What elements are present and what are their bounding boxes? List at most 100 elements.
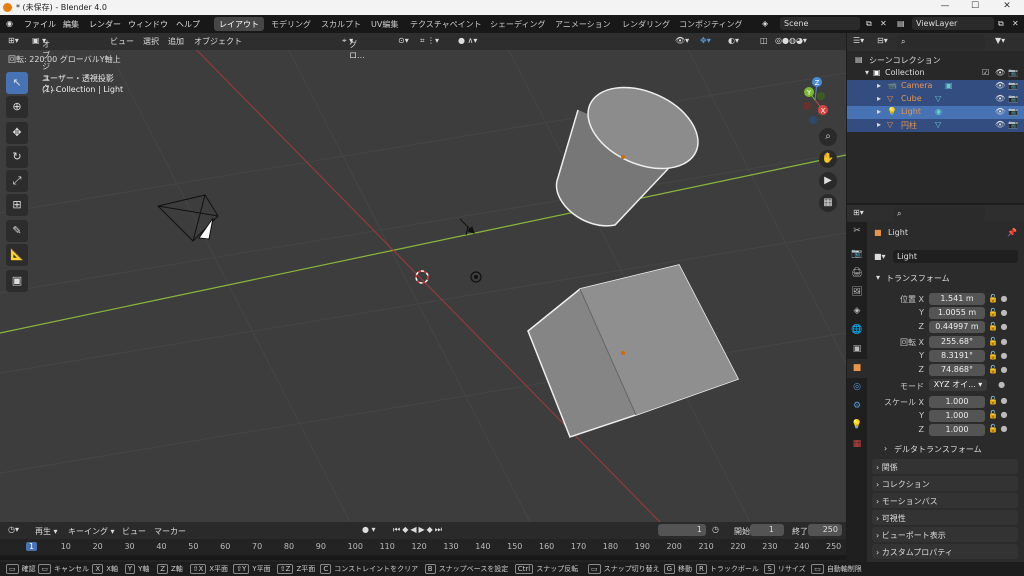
expand-arrow-icon[interactable]: ▸ <box>877 107 881 116</box>
lock-icon[interactable]: 🔓 ● <box>988 306 1018 320</box>
rotation-z-field[interactable]: 74.868° <box>929 364 985 376</box>
expand-arrow-icon[interactable]: ▾ <box>865 68 869 77</box>
playback-menu[interactable]: 再生 ▾ <box>35 526 58 537</box>
outliner-collection-row[interactable]: ▾ ▣ Collection ☑ 👁 📷 <box>847 67 1024 80</box>
cube-object[interactable] <box>527 264 740 438</box>
scale-x-field[interactable]: 1.000 <box>929 396 985 408</box>
transform-tool-icon[interactable]: ⊞ <box>6 194 28 216</box>
lock-icon[interactable]: 🔓 ● <box>988 349 1018 363</box>
lock-icon[interactable]: 🔓 ● <box>988 422 1018 436</box>
3d-viewport[interactable]: X Z Y ⌕ ✋ ▶ ▦ 回転: 220.00 グローバルY軸上 ユーザー・透… <box>0 33 846 522</box>
lock-icon[interactable]: 🔓 ● <box>988 408 1018 422</box>
zoom-icon[interactable]: ⌕ <box>819 128 837 146</box>
menu-add[interactable]: 追加 <box>168 36 184 47</box>
pan-hand-icon[interactable]: ✋ <box>819 150 837 168</box>
outliner-editor-icon[interactable]: ☰▾ <box>853 36 864 45</box>
physics-tab-icon[interactable]: ◎ <box>847 378 867 397</box>
lock-icon[interactable]: 🔓 ● <box>988 335 1018 349</box>
outliner-search-input[interactable]: ⌕ <box>897 35 985 49</box>
properties-editor-icon[interactable]: ⊞▾ <box>853 208 864 217</box>
render-camera-icon[interactable]: 📷 <box>1008 120 1018 129</box>
shading-modes-icon[interactable]: ◎●◍◕▾ <box>775 36 807 45</box>
tab-sculpt[interactable]: スカルプト <box>316 17 366 31</box>
relations-section[interactable]: › 関係 <box>872 459 1018 474</box>
orthographic-grid-icon[interactable]: ▦ <box>819 194 837 212</box>
menu-select[interactable]: 選択 <box>143 36 159 47</box>
collection-checkbox-icon[interactable]: ☑ <box>982 68 989 77</box>
lock-icon[interactable]: 🔓 ● <box>988 363 1018 377</box>
light-data-tab-icon[interactable]: 💡 <box>847 416 867 435</box>
scale-z-field[interactable]: 1.000 <box>929 424 985 436</box>
camera-view-icon[interactable]: ▶ <box>819 172 837 190</box>
gizmo-toggle-icon[interactable]: ✥▾ <box>700 36 711 45</box>
location-x-field[interactable]: 1.541 m <box>929 293 985 305</box>
visibility-icon[interactable]: 👁▾ <box>675 36 689 45</box>
view-layer-selector[interactable]: ViewLayer <box>912 17 994 30</box>
outliner-scene-collection[interactable]: ▤ シーンコレクション <box>847 54 1024 67</box>
constraints-tab-icon[interactable]: ⚙ <box>847 397 867 416</box>
outliner-row-light[interactable]: ▸ 💡 Light ◉ 👁 📷 <box>847 106 1024 119</box>
scene-tab-icon[interactable]: ◈ <box>847 302 867 321</box>
3d-cursor[interactable] <box>415 270 429 284</box>
expand-arrow-icon[interactable]: ▸ <box>877 94 881 103</box>
eye-icon[interactable]: 👁 <box>995 94 1005 103</box>
outliner-row-cube[interactable]: ▸ ▽ Cube ▽ 👁 📷 <box>847 93 1024 106</box>
delta-transform-section[interactable]: › デルタトランスフォーム <box>880 442 1018 456</box>
collection-tab-icon[interactable]: ▣ <box>847 340 867 359</box>
menu-help[interactable]: ヘルプ <box>176 19 200 30</box>
menu-object[interactable]: オブジェクト <box>194 36 242 47</box>
render-camera-icon[interactable]: 📷 <box>1008 94 1018 103</box>
scene-delete-icon[interactable]: ✕ <box>880 19 887 28</box>
tab-layout[interactable]: レイアウト <box>214 17 264 31</box>
scale-y-field[interactable]: 1.000 <box>929 410 985 422</box>
tab-modeling[interactable]: モデリング <box>266 17 316 31</box>
motion-paths-section[interactable]: › モーションパス <box>872 493 1018 508</box>
timeline-view-menu[interactable]: ビュー <box>122 526 146 537</box>
keying-menu[interactable]: キーイング ▾ <box>68 526 115 537</box>
viewport-display-section[interactable]: › ビューポート表示 <box>872 527 1018 542</box>
editor-type-icon[interactable]: ⊞▾ <box>8 36 19 45</box>
maximize-button[interactable]: ☐ <box>960 1 990 14</box>
menu-edit[interactable]: 編集 <box>63 19 79 30</box>
frame-ruler[interactable]: 1 10 20 30 40 50 60 70 80 90 100 110 120 130 140 150 160… <box>0 540 846 554</box>
auto-keying-icon[interactable]: ● ▾ <box>362 525 376 534</box>
menu-view[interactable]: ビュー <box>110 36 134 47</box>
view-layer-copy-icon[interactable]: ⧉ <box>998 19 1004 29</box>
navigation-gizmo[interactable]: X Z Y <box>785 70 845 130</box>
pivot-icon[interactable]: ⊙▾ <box>398 36 409 45</box>
tool-tab-icon[interactable]: ✂ <box>847 222 867 241</box>
playback-controls[interactable]: ⏮◆◀▶◆⏭ <box>393 525 444 535</box>
location-y-field[interactable]: 1.0055 m <box>929 307 985 319</box>
eye-icon[interactable]: 👁 <box>995 68 1005 77</box>
eye-icon[interactable]: 👁 <box>995 120 1005 129</box>
menu-window[interactable]: ウィンドウ <box>128 19 168 30</box>
view-layer-tab-icon[interactable]: 🖼 <box>847 283 867 302</box>
collections-section[interactable]: › コレクション <box>872 476 1018 491</box>
lock-icon[interactable]: 🔓 ● <box>988 292 1018 306</box>
lock-icon[interactable]: 🔓 ● <box>988 320 1018 334</box>
end-frame-field[interactable]: 250 <box>808 524 842 536</box>
blender-menu-icon[interactable]: ◉ <box>6 19 13 28</box>
eye-icon[interactable]: 👁 <box>995 81 1005 90</box>
measure-tool-icon[interactable]: 📐 <box>6 244 28 266</box>
eye-icon[interactable]: 👁 <box>995 107 1005 116</box>
transform-section-header[interactable]: ▾ トランスフォーム <box>872 270 1018 284</box>
expand-arrow-icon[interactable]: ▸ <box>877 120 881 129</box>
tab-animation[interactable]: アニメーション <box>550 17 616 31</box>
timeline-scrollbar[interactable] <box>0 555 846 560</box>
scene-selector[interactable]: Scene <box>780 17 860 30</box>
texture-tab-icon[interactable]: ▦ <box>847 435 867 454</box>
xray-icon[interactable]: ◫ <box>760 36 768 45</box>
proportional-edit-icon[interactable]: ● ∧▾ <box>458 36 477 45</box>
overlay-icon[interactable]: ◐▾ <box>728 36 739 45</box>
tab-rendering[interactable]: レンダリング <box>617 17 675 31</box>
scene-copy-icon[interactable]: ⧉ <box>866 19 872 29</box>
tab-shading[interactable]: シェーディング <box>485 17 550 31</box>
tab-compositing[interactable]: コンポジティング <box>674 17 748 31</box>
camera-object[interactable] <box>157 194 219 242</box>
cursor-tool-icon[interactable]: ⊕ <box>6 96 28 118</box>
output-tab-icon[interactable]: 🖨 <box>847 264 867 283</box>
lock-icon[interactable]: 🔓 ● <box>988 394 1018 408</box>
render-tab-icon[interactable]: 📷 <box>847 245 867 264</box>
visibility-section[interactable]: › 可視性 <box>872 510 1018 525</box>
